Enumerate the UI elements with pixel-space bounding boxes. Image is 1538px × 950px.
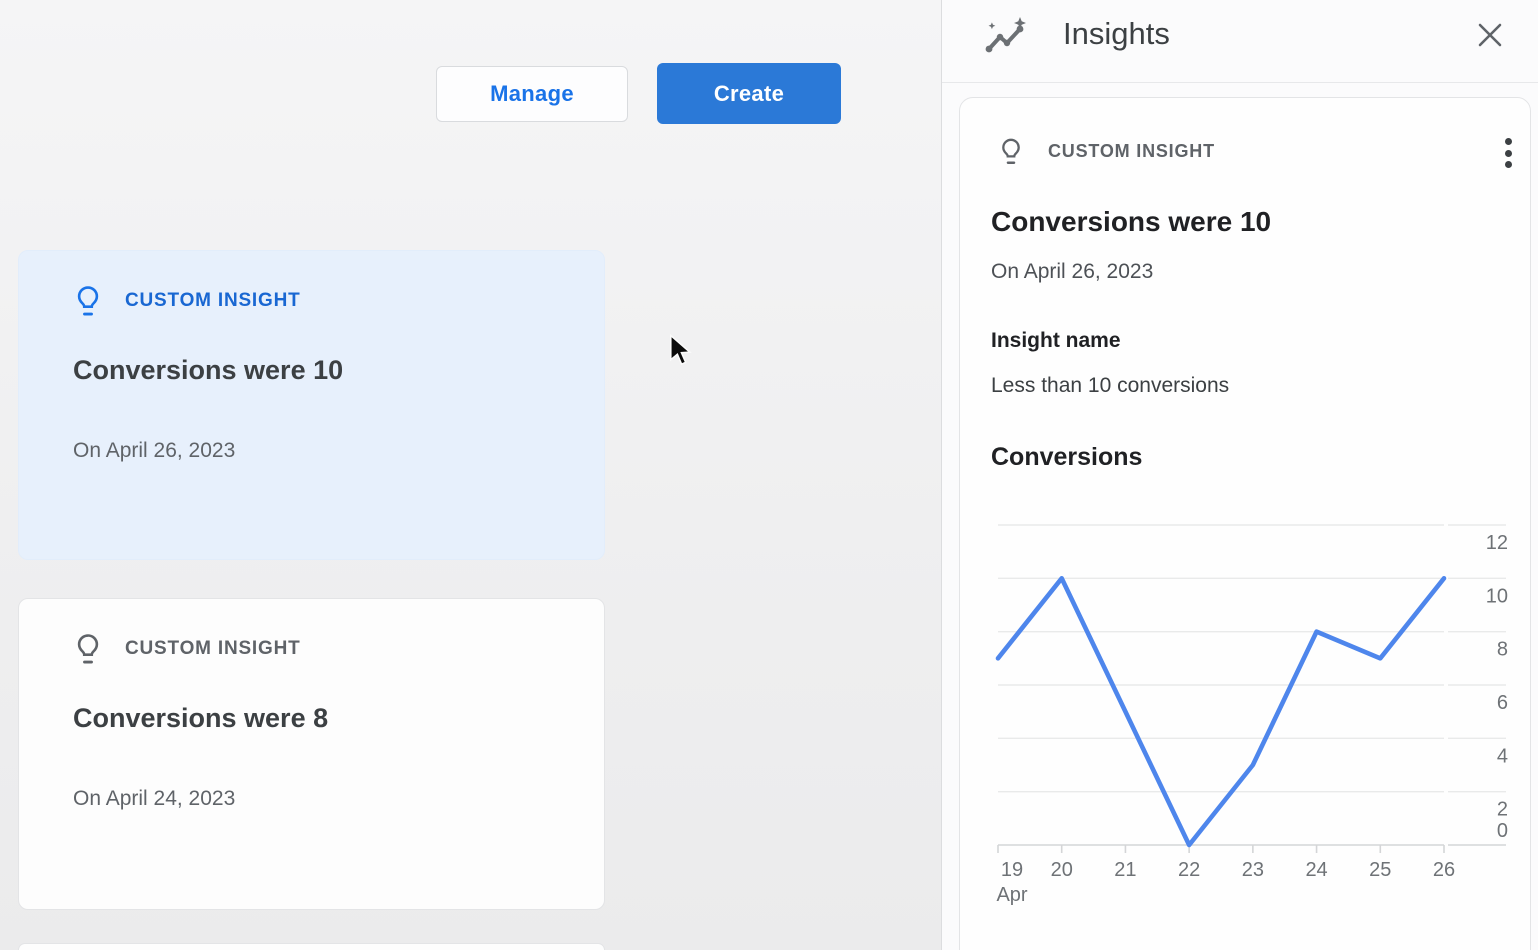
insights-panel: Insights CUSTOM INSIGHT Conversions were… [941, 0, 1538, 950]
custom-insight-badge: CUSTOM INSIGHT [125, 638, 301, 660]
kebab-menu-icon[interactable] [1496, 136, 1520, 170]
mouse-cursor [668, 334, 696, 368]
main-content: Manage Create CUSTOM INSIGHT Conversions… [0, 0, 941, 950]
svg-text:23: 23 [1242, 859, 1264, 881]
svg-text:22: 22 [1178, 859, 1200, 881]
insight-card-date: On April 26, 2023 [73, 439, 235, 463]
lightbulb-icon [998, 135, 1024, 168]
insight-card-header: CUSTOM INSIGHT [73, 283, 301, 319]
lightbulb-icon [73, 631, 103, 667]
close-icon[interactable] [1474, 19, 1506, 51]
panel-title: Insights [1063, 16, 1170, 52]
svg-text:4: 4 [1497, 745, 1508, 767]
svg-text:19: 19 [1001, 859, 1023, 881]
line-chart-svg: 0246810121920212223242526Apr [988, 506, 1528, 906]
svg-text:26: 26 [1433, 859, 1455, 881]
svg-text:8: 8 [1497, 639, 1508, 661]
detail-card-header: CUSTOM INSIGHT [998, 135, 1215, 168]
manage-button[interactable]: Manage [436, 66, 628, 122]
insights-sparkline-icon [983, 16, 1029, 60]
screen: Manage Create CUSTOM INSIGHT Conversions… [0, 0, 1538, 950]
svg-text:6: 6 [1497, 692, 1508, 714]
svg-text:12: 12 [1486, 532, 1508, 554]
svg-text:10: 10 [1486, 585, 1508, 607]
insight-name-value: Less than 10 conversions [991, 374, 1229, 398]
insight-card-title: Conversions were 8 [73, 703, 328, 734]
create-button[interactable]: Create [657, 63, 841, 124]
insight-card-date: On April 24, 2023 [73, 787, 235, 811]
insights-panel-header: Insights [942, 0, 1538, 82]
insight-card-conversions-10[interactable]: CUSTOM INSIGHT Conversions were 10 On Ap… [18, 250, 605, 560]
svg-text:24: 24 [1305, 859, 1327, 881]
custom-insight-badge: CUSTOM INSIGHT [1048, 141, 1215, 162]
chart-gridlines [998, 525, 1506, 853]
detail-date: On April 26, 2023 [991, 260, 1153, 284]
svg-text:0: 0 [1497, 820, 1508, 842]
svg-text:20: 20 [1051, 859, 1073, 881]
insight-card-conversions-8[interactable]: CUSTOM INSIGHT Conversions were 8 On Apr… [18, 598, 605, 910]
conversions-line-chart: 0246810121920212223242526Apr [988, 506, 1528, 906]
svg-text:21: 21 [1114, 859, 1136, 881]
x-axis-month-label: Apr [996, 884, 1027, 906]
insight-card-partial[interactable] [18, 943, 605, 950]
svg-text:2: 2 [1497, 799, 1508, 821]
insight-name-label: Insight name [991, 329, 1121, 353]
custom-insight-badge: CUSTOM INSIGHT [125, 290, 301, 312]
lightbulb-icon [73, 283, 103, 319]
insight-card-title: Conversions were 10 [73, 355, 343, 386]
insight-card-header: CUSTOM INSIGHT [73, 631, 301, 667]
svg-text:25: 25 [1369, 859, 1391, 881]
detail-title: Conversions were 10 [991, 206, 1271, 238]
conversions-series-line [998, 578, 1444, 845]
metric-heading: Conversions [991, 443, 1142, 472]
panel-divider [942, 82, 1538, 83]
insight-detail-card: CUSTOM INSIGHT Conversions were 10 On Ap… [959, 97, 1531, 950]
